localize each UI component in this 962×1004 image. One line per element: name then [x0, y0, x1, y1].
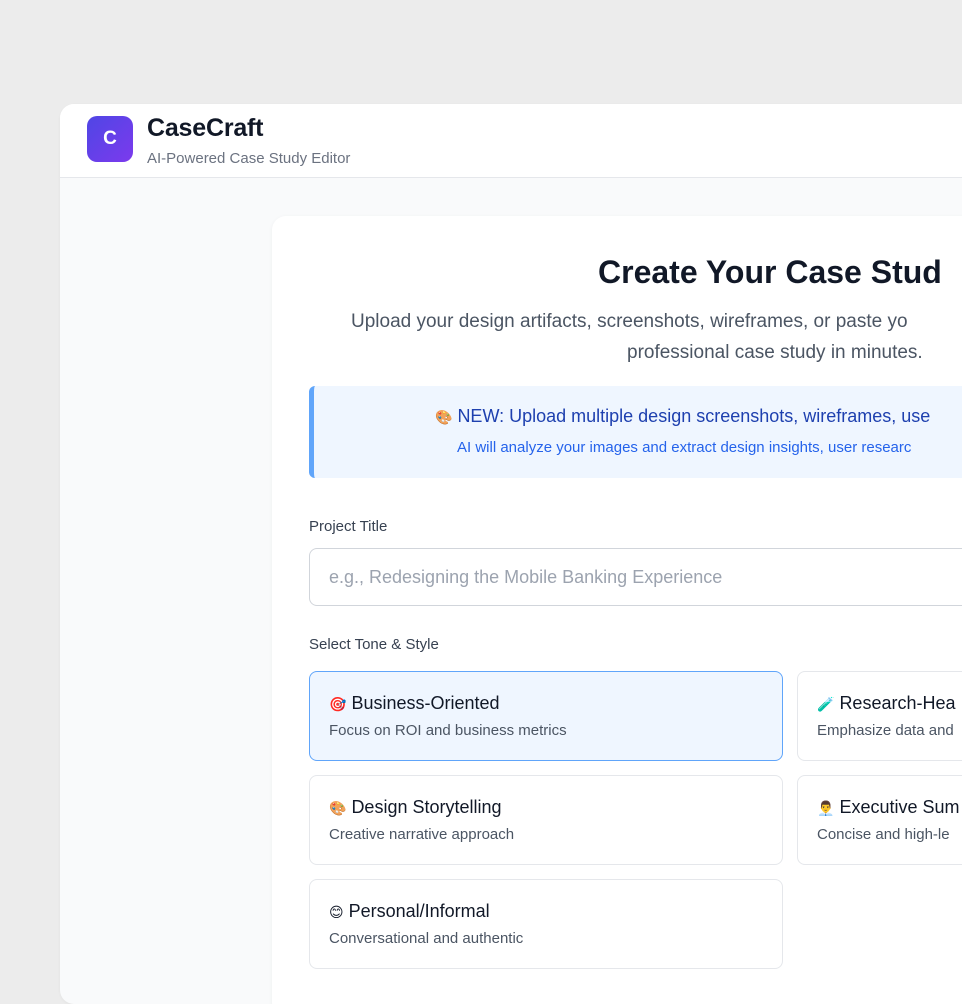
- project-title-input[interactable]: [309, 548, 962, 606]
- target-icon: 🎯: [329, 696, 347, 712]
- app-logo: C: [87, 116, 133, 162]
- tone-title-text: Executive Sum: [839, 797, 960, 817]
- banner-title: 🎨 NEW: Upload multiple design screenshots…: [435, 406, 930, 427]
- tone-option-design-storytelling[interactable]: 🎨 Design Storytelling Creative narrative …: [309, 775, 783, 865]
- tone-description: Conversational and authentic: [329, 930, 524, 947]
- banner-subtitle: AI will analyze your images and extract …: [457, 439, 912, 456]
- new-feature-banner: 🎨 NEW: Upload multiple design screenshots…: [309, 386, 962, 478]
- tone-title-text: Research-Hea: [839, 693, 956, 713]
- tone-title: 👨‍💼 Executive Sum: [817, 797, 960, 818]
- banner-title-text: NEW: Upload multiple design screenshots,…: [457, 406, 931, 426]
- tone-title: 😊 Personal/Informal: [329, 901, 490, 922]
- app-name: CaseCraft: [147, 114, 264, 142]
- tone-title-text: Design Storytelling: [351, 797, 502, 817]
- tone-style-label: Select Tone & Style: [309, 636, 439, 653]
- tone-description: Emphasize data and: [817, 722, 954, 739]
- app-window: C CaseCraft AI-Powered Case Study Editor…: [60, 104, 962, 1004]
- project-title-label: Project Title: [309, 518, 388, 535]
- tone-title: 🎯 Business-Oriented: [329, 693, 500, 714]
- page-subtitle-line2: professional case study in minutes.: [627, 342, 923, 363]
- create-case-study-card: Create Your Case Stud Upload your design…: [272, 216, 962, 1004]
- tone-option-personal-informal[interactable]: 😊 Personal/Informal Conversational and au…: [309, 879, 783, 969]
- tone-title: 🧪 Research-Hea: [817, 693, 956, 714]
- tone-title-text: Business-Oriented: [351, 693, 500, 713]
- tone-description: Creative narrative approach: [329, 826, 515, 843]
- tone-description: Concise and high-le: [817, 826, 950, 843]
- tone-option-research-heavy[interactable]: 🧪 Research-Hea Emphasize data and: [797, 671, 962, 761]
- tone-title-text: Personal/Informal: [348, 901, 490, 921]
- app-header: C CaseCraft AI-Powered Case Study Editor: [60, 104, 962, 178]
- tone-title: 🎨 Design Storytelling: [329, 797, 502, 818]
- page-subtitle-line1: Upload your design artifacts, screenshot…: [351, 311, 908, 332]
- app-tagline: AI-Powered Case Study Editor: [147, 150, 351, 167]
- tone-option-business-oriented[interactable]: 🎯 Business-Oriented Focus on ROI and busi…: [309, 671, 783, 761]
- palette-icon: 🎨: [329, 800, 347, 816]
- smiling-face-icon: 😊: [329, 904, 344, 920]
- page-title: Create Your Case Stud: [598, 254, 942, 290]
- test-tube-icon: 🧪: [817, 696, 835, 712]
- tone-option-executive-summary[interactable]: 👨‍💼 Executive Sum Concise and high-le: [797, 775, 962, 865]
- businessman-icon: 👨‍💼: [817, 800, 835, 816]
- palette-icon: 🎨: [435, 409, 453, 425]
- tone-description: Focus on ROI and business metrics: [329, 722, 567, 739]
